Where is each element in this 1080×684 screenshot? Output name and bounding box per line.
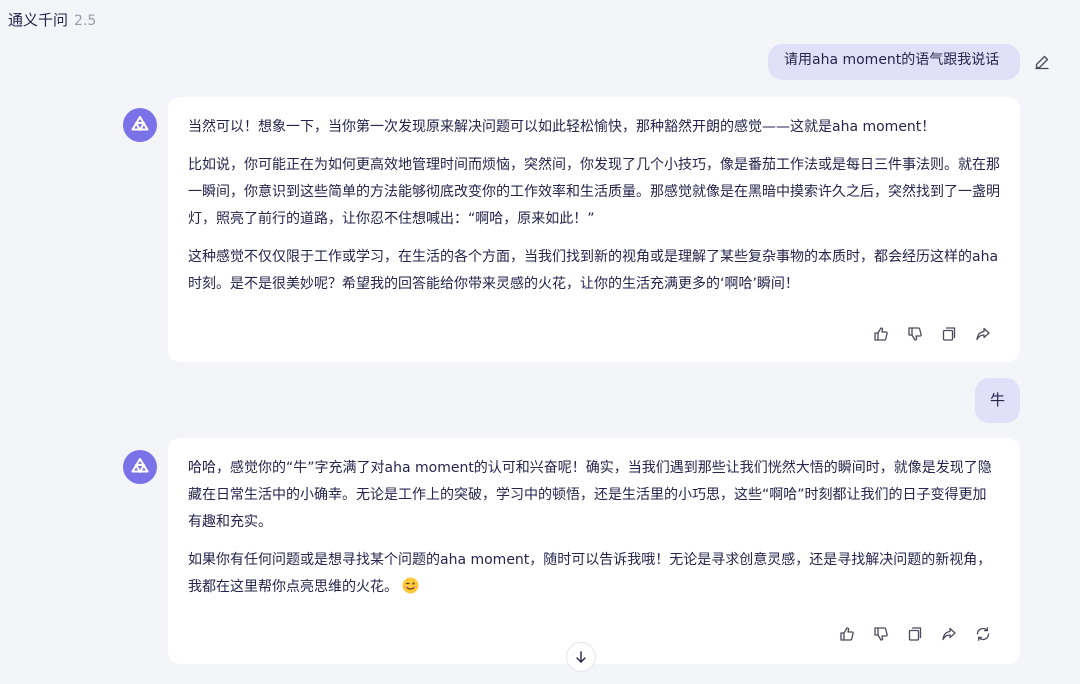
- app-version: 2.5: [74, 13, 97, 29]
- edit-message-button[interactable]: [1032, 52, 1052, 72]
- dislike-button[interactable]: [905, 324, 925, 344]
- reply-paragraph: 哈哈，感觉你的“牛”字充满了对aha moment的认可和兴奋呢！确实，当我们遇…: [188, 460, 992, 530]
- thumbs-up-icon: [840, 627, 854, 641]
- reply-paragraph-text: 如果你有任何问题或是想寻找某个问题的aha moment，随时可以告诉我哦！无论…: [188, 552, 992, 595]
- assistant-reply: 当然可以！想象一下，当你第一次发现原来解决问题可以如此轻松愉快，那种豁然开朗的感…: [168, 97, 1020, 362]
- qwen-logo-icon: [131, 116, 149, 131]
- share-button[interactable]: [939, 624, 959, 644]
- reply-paragraph: 这种感觉不仅仅限于工作或学习，在生活的各个方面，当我们找到新的视角或是理解了某些…: [188, 249, 999, 292]
- share-icon: [976, 327, 990, 341]
- reply-paragraph: 比如说，你可能正在为如何更高效地管理时间而烦恼，突然间，你发现了几个小技巧，像是…: [188, 157, 1000, 227]
- reply-actions: [837, 624, 993, 644]
- user-message-text: 请用aha moment的语气跟我说话: [784, 52, 1000, 68]
- thumbs-up-icon: [874, 327, 888, 341]
- reply-actions: [871, 324, 993, 344]
- arrow-down-icon: [576, 651, 586, 663]
- assistant-avatar: [123, 108, 157, 142]
- refresh-icon: [976, 627, 990, 641]
- app-name: 通义千问: [8, 11, 69, 29]
- regenerate-button[interactable]: [973, 624, 993, 644]
- thumbs-down-icon: [874, 627, 888, 641]
- app-title: 通义千问 2.5: [8, 9, 96, 30]
- copy-button[interactable]: [939, 324, 959, 344]
- share-icon: [942, 627, 956, 641]
- dislike-button[interactable]: [871, 624, 891, 644]
- scroll-to-bottom-button[interactable]: [566, 642, 596, 672]
- user-message-text: 牛: [989, 391, 1005, 409]
- user-message: 请用aha moment的语气跟我说话: [768, 44, 1020, 80]
- pencil-icon: [1035, 55, 1049, 70]
- assistant-avatar: [123, 450, 157, 484]
- copy-icon: [908, 627, 922, 641]
- thumbs-down-icon: [908, 327, 922, 341]
- reply-paragraph: 当然可以！想象一下，当你第一次发现原来解决问题可以如此轻松愉快，那种豁然开朗的感…: [188, 119, 936, 135]
- like-button[interactable]: [837, 624, 857, 644]
- user-message: 牛: [975, 378, 1020, 423]
- like-button[interactable]: [871, 324, 891, 344]
- wink-emoji-icon: [402, 577, 419, 604]
- reply-paragraph: 如果你有任何问题或是想寻找某个问题的aha moment，随时可以告诉我哦！无论…: [188, 547, 1000, 604]
- copy-button[interactable]: [905, 624, 925, 644]
- share-button[interactable]: [973, 324, 993, 344]
- qwen-logo-icon: [131, 458, 149, 473]
- copy-icon: [942, 327, 956, 341]
